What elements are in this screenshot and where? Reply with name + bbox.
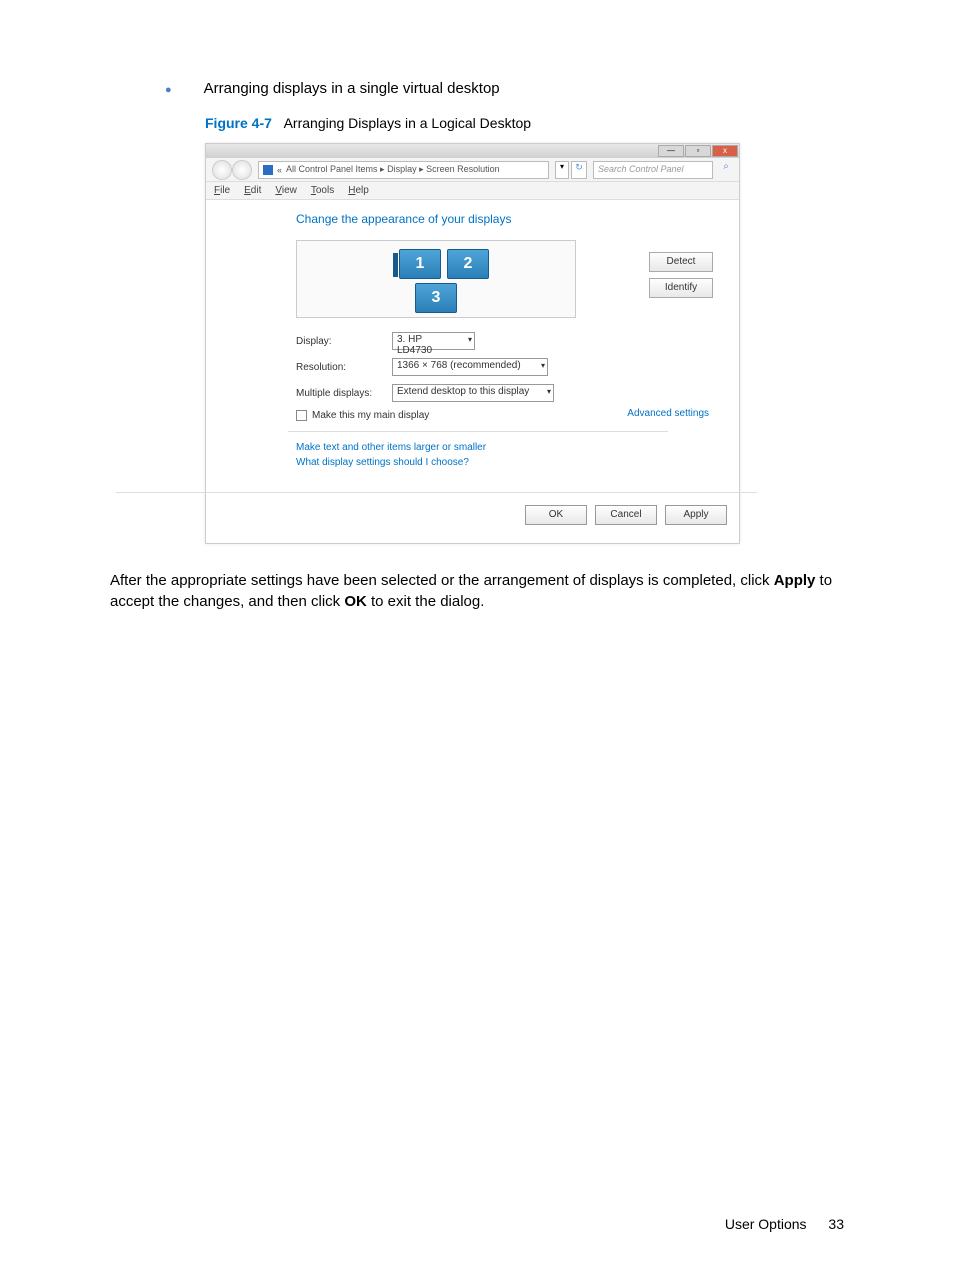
minimize-button[interactable]: — [658,145,684,157]
resolution-value: 1366 × 768 (recommended) [397,360,521,371]
back-button[interactable] [212,160,232,180]
history-dropdown[interactable]: ▾ [555,161,569,179]
apply-text: Apply [774,572,816,589]
footer-section: User Options [725,1216,807,1232]
figure-caption-text: Arranging Displays in a Logical Desktop [284,115,531,131]
address-bar[interactable]: « All Control Panel Items ▸ Display ▸ Sc… [258,161,549,179]
display-label: Display: [296,336,392,347]
detect-button[interactable]: Detect [649,252,713,272]
chevron-down-icon: ▾ [541,361,545,370]
menu-file[interactable]: File [214,185,230,196]
dialog-buttons: OK Cancel Apply [116,492,757,543]
bullet-text: Arranging displays in a single virtual d… [204,80,500,97]
footer-page-number: 33 [828,1216,844,1232]
ok-text: OK [344,593,367,610]
menu-view[interactable]: View [275,185,297,196]
search-icon[interactable]: ⌕ [719,161,733,179]
resolution-label: Resolution: [296,362,392,373]
advanced-settings-link[interactable]: Advanced settings [627,408,709,419]
display-value: 3. HP LD4730 [397,334,432,356]
taskbar-indicator [393,253,398,277]
display-2[interactable]: 2 [447,249,489,279]
ok-button[interactable]: OK [525,505,587,525]
navigation-bar: « All Control Panel Items ▸ Display ▸ Sc… [206,158,739,182]
multiple-displays-value: Extend desktop to this display [397,386,529,397]
page-footer: User Options 33 [725,1216,844,1232]
divider [288,431,668,432]
cancel-button[interactable]: Cancel [595,505,657,525]
breadcrumb-back: « [277,165,282,175]
display-1[interactable]: 1 [399,249,441,279]
display-dropdown[interactable]: 3. HP LD4730 ▾ [392,332,475,350]
apply-button[interactable]: Apply [665,505,727,525]
window-title-bar: — ▫ x [206,144,739,158]
close-button[interactable]: x [712,145,738,157]
figure-label: Figure 4-7 [205,115,272,131]
forward-button[interactable] [232,160,252,180]
menu-tools[interactable]: Tools [311,185,334,196]
section-title: Change the appearance of your displays [296,212,721,226]
control-panel-icon [263,165,273,175]
display-3[interactable]: 3 [415,283,457,313]
what-settings-link[interactable]: What display settings should I choose? [296,457,721,468]
refresh-button[interactable]: ↻ [571,161,587,179]
display-arrangement-box[interactable]: 1 2 3 [296,240,576,318]
maximize-button[interactable]: ▫ [685,145,711,157]
content-area: Detect Identify Change the appearance of… [206,200,739,492]
search-input[interactable]: Search Control Panel [593,161,713,179]
multiple-displays-dropdown[interactable]: Extend desktop to this display ▾ [392,384,554,402]
main-display-label: Make this my main display [312,410,429,421]
bullet-icon: ● [165,84,172,96]
menu-bar: File Edit View Tools Help [206,182,739,200]
chevron-down-icon: ▾ [547,387,551,396]
menu-edit[interactable]: Edit [244,185,261,196]
multiple-displays-label: Multiple displays: [296,388,392,399]
main-display-checkbox[interactable] [296,410,307,421]
breadcrumb-path: All Control Panel Items ▸ Display ▸ Scre… [286,164,500,175]
resolution-dropdown[interactable]: 1366 × 768 (recommended) ▾ [392,358,548,376]
identify-button[interactable]: Identify [649,278,713,298]
post-text: After the appropriate settings have been… [110,570,844,612]
screenshot-window: — ▫ x « All Control Panel Items ▸ Displa… [205,143,740,544]
figure-desc [276,115,284,131]
larger-smaller-link[interactable]: Make text and other items larger or smal… [296,442,721,453]
menu-help[interactable]: Help [348,185,369,196]
chevron-down-icon: ▾ [468,335,472,344]
